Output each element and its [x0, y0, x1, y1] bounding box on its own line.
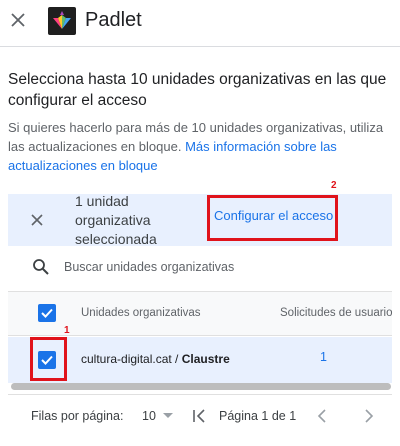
- marker-label-2: 2: [331, 180, 337, 191]
- column-header-requests[interactable]: Solicitudes de usuario: [280, 307, 393, 319]
- highlight-box-checkbox: [30, 337, 67, 381]
- org-unit-cell: cultura-digital.cat / Claustre: [81, 352, 230, 366]
- rows-per-page-label: Filas por página:: [31, 409, 124, 423]
- horizontal-scrollbar[interactable]: [11, 383, 391, 390]
- search-input[interactable]: Buscar unidades organizativas: [64, 260, 234, 274]
- padlet-logo-icon: [48, 7, 76, 35]
- selection-count: 1 unidad organizativa seleccionada: [75, 193, 157, 247]
- page-info: Página 1 de 1: [219, 409, 297, 423]
- page-heading: Selecciona hasta 10 unidades organizativ…: [8, 71, 387, 109]
- close-icon[interactable]: [6, 8, 30, 32]
- first-page-icon[interactable]: [191, 407, 207, 425]
- dialog-header: Padlet: [0, 0, 400, 46]
- footer-divider: [8, 394, 392, 395]
- org-unit-prefix: cultura-digital.cat /: [81, 352, 182, 366]
- org-unit-name: Claustre: [181, 352, 230, 366]
- previous-page-icon[interactable]: [315, 408, 329, 424]
- clear-selection-icon[interactable]: [27, 210, 47, 230]
- user-requests-count[interactable]: 1: [320, 350, 327, 364]
- description: Si quieres hacerlo para más de 10 unidad…: [8, 118, 396, 175]
- highlight-box-configure: [207, 195, 338, 241]
- rows-per-page-select[interactable]: 10: [142, 409, 156, 423]
- column-header-units[interactable]: Unidades organizativas: [81, 307, 201, 319]
- header-divider: [0, 46, 400, 47]
- dropdown-caret-icon[interactable]: [163, 413, 173, 418]
- select-all-checkbox[interactable]: [38, 304, 56, 322]
- search-icon: [32, 258, 50, 276]
- app-title: Padlet: [85, 9, 142, 31]
- marker-label-1: 1: [64, 325, 70, 336]
- next-page-icon[interactable]: [362, 408, 376, 424]
